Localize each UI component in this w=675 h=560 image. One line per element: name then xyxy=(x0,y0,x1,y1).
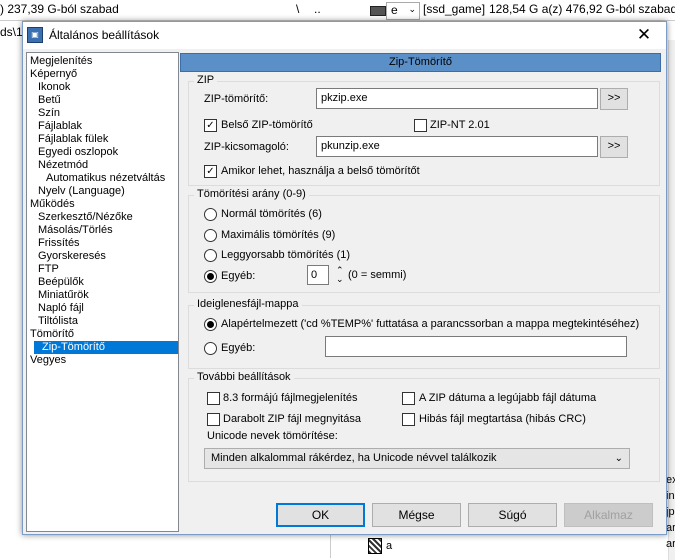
unpacker-browse-button[interactable]: >> xyxy=(600,136,628,158)
unpacker-label: ZIP-kicsomagoló: xyxy=(204,141,289,153)
filename-83-label: 8.3 formájú fájlmegjelenítés xyxy=(223,392,358,404)
left-path: ds\1 xyxy=(0,25,23,39)
ratio-spin-arrows[interactable]: ⌃ ⌄ xyxy=(336,266,344,284)
split-zip-label: Darabolt ZIP fájl megnyitása xyxy=(223,413,361,425)
tree-item[interactable]: Szerkesztő/Nézőke xyxy=(36,211,135,224)
cancel-button[interactable]: Mégse xyxy=(372,503,461,527)
temp-folder-legend: Ideiglenesfájl-mappa xyxy=(194,298,302,310)
chevron-down-icon[interactable]: ⌄ xyxy=(336,275,344,284)
tree-item[interactable]: Megjelenítés xyxy=(28,55,94,68)
tree-item[interactable]: Miniatűrök xyxy=(36,289,91,302)
zip-nt-checkbox[interactable] xyxy=(414,119,427,132)
temp-other-input[interactable] xyxy=(325,336,627,357)
help-button[interactable]: Súgó xyxy=(468,503,557,527)
use-internal-label: Amikor lehet, használja a belső tömörítő… xyxy=(221,165,420,177)
tree-item[interactable]: Napló fájl xyxy=(36,302,86,315)
keep-broken-checkbox[interactable] xyxy=(402,413,415,426)
left-free-space: ) 237,39 G-ból szabad xyxy=(0,2,119,16)
ratio-option-label: Egyéb: xyxy=(221,269,256,282)
tree-item[interactable]: Tömörítő xyxy=(28,328,76,341)
apply-button[interactable]: Alkalmaz xyxy=(564,503,653,527)
tree-item[interactable]: Képernyő xyxy=(28,68,79,81)
zip-date-checkbox[interactable] xyxy=(402,392,415,405)
extra-options-legend: További beállítások xyxy=(194,371,294,383)
tree-item[interactable]: Ikonok xyxy=(36,81,72,94)
ratio-option-label: Maximális tömörítés (9) xyxy=(221,228,336,241)
tree-item[interactable]: Szín xyxy=(36,107,62,120)
parent-dir[interactable]: .. xyxy=(314,2,321,16)
unicode-select[interactable]: Minden alkalommal rákérdez, ha Unicode n… xyxy=(204,448,630,469)
tree-item[interactable]: Frissítés xyxy=(36,237,82,250)
temp-default-label: Alapértelmezett ('cd %TEMP%' futtatása a… xyxy=(221,318,640,330)
split-zip-checkbox[interactable] xyxy=(207,413,220,426)
keep-broken-label: Hibás fájl megtartása (hibás CRC) xyxy=(419,413,586,425)
close-button[interactable]: ✕ xyxy=(622,22,666,49)
settings-dialog: ▣ Általános beállítások ✕ Megjelenítés Ké… xyxy=(22,21,667,535)
dialog-title: Általános beállítások xyxy=(49,28,160,42)
ratio-group-legend: Tömörítési arány (0-9) xyxy=(194,188,309,200)
tree-item[interactable]: Fájlablak xyxy=(36,120,84,133)
ratio-option-radio[interactable] xyxy=(204,228,217,242)
tree-item[interactable]: Vegyes xyxy=(28,354,68,367)
tree-item[interactable]: Zip-Tömörítő xyxy=(34,341,178,354)
drive-icon xyxy=(370,6,386,16)
temp-default-radio[interactable] xyxy=(204,318,217,331)
panel-header: Zip-Tömörítő xyxy=(180,53,661,72)
backslash-label: \ xyxy=(296,2,300,16)
ratio-option-radio[interactable] xyxy=(204,269,217,283)
unicode-label: Unicode nevek tömörítése: xyxy=(207,430,338,442)
temp-other-radio[interactable] xyxy=(204,342,217,355)
tree-item[interactable]: Beépülők xyxy=(36,276,86,289)
volume-label: [ssd_game] xyxy=(423,2,486,16)
tree-item[interactable]: Tiltólista xyxy=(36,315,80,328)
zip-date-label: A ZIP dátuma a legújabb fájl dátuma xyxy=(419,392,597,404)
internal-zip-checkbox[interactable]: ✓ xyxy=(204,119,217,132)
ratio-hint: (0 = semmi) xyxy=(348,269,407,281)
right-tail-list: ex in jp ar ar xyxy=(666,474,675,550)
ratio-value-input[interactable]: 0 xyxy=(307,265,329,285)
ratio-option-label: Leggyorsabb tömörítés (1) xyxy=(221,249,351,261)
use-internal-checkbox[interactable]: ✓ xyxy=(204,165,217,178)
ratio-option-radio[interactable] xyxy=(204,208,217,221)
zip-group-legend: ZIP xyxy=(194,74,218,86)
filename-83-checkbox[interactable] xyxy=(207,392,220,405)
right-free-space: 128,54 G a(z) 476,92 G-ból szabad xyxy=(489,2,675,16)
tree-item[interactable]: Működés xyxy=(28,198,77,211)
file-icon xyxy=(368,538,382,554)
ratio-option-label: Normál tömörítés (6) xyxy=(221,208,322,220)
ok-button[interactable]: OK xyxy=(276,503,365,527)
tree-item[interactable]: Betű xyxy=(36,94,63,107)
close-icon: ✕ xyxy=(636,25,652,44)
zip-nt-label: ZIP-NT 2.01 xyxy=(430,119,490,131)
tree-item[interactable]: Fájlablak fülek xyxy=(36,133,110,146)
chevron-down-icon: ⌄ xyxy=(408,4,416,14)
packer-browse-button[interactable]: >> xyxy=(600,88,628,110)
tree-item[interactable]: Automatikus nézetváltás xyxy=(44,172,167,185)
tree-item[interactable]: FTP xyxy=(36,263,61,276)
ratio-option-radio[interactable] xyxy=(204,249,217,262)
chevron-down-icon: ⌄ xyxy=(614,453,623,464)
settings-icon: ▣ xyxy=(27,27,43,43)
tree-item[interactable]: Másolás/Törlés xyxy=(36,224,115,237)
drive-selector[interactable]: e ⌄ xyxy=(386,2,420,20)
internal-zip-label: Belső ZIP-tömörítő xyxy=(221,119,313,131)
bottom-file-item[interactable]: a xyxy=(386,540,392,552)
tree-item[interactable]: Gyorskeresés xyxy=(36,250,108,263)
packer-input[interactable]: pkzip.exe xyxy=(316,88,598,109)
title-bar[interactable]: ▣ Általános beállítások ✕ xyxy=(23,22,666,49)
temp-other-label: Egyéb: xyxy=(221,342,256,354)
tree-item[interactable]: Nézetmód xyxy=(36,159,90,172)
unpacker-input[interactable]: pkunzip.exe xyxy=(316,136,598,157)
tree-item[interactable]: Nyelv (Language) xyxy=(36,185,127,198)
settings-tree[interactable]: Megjelenítés Képernyő Ikonok Betű Szín Fájlab… xyxy=(26,52,179,532)
tree-item[interactable]: Egyedi oszlopok xyxy=(36,146,120,159)
packer-label: ZIP-tömörítő: xyxy=(204,93,269,105)
